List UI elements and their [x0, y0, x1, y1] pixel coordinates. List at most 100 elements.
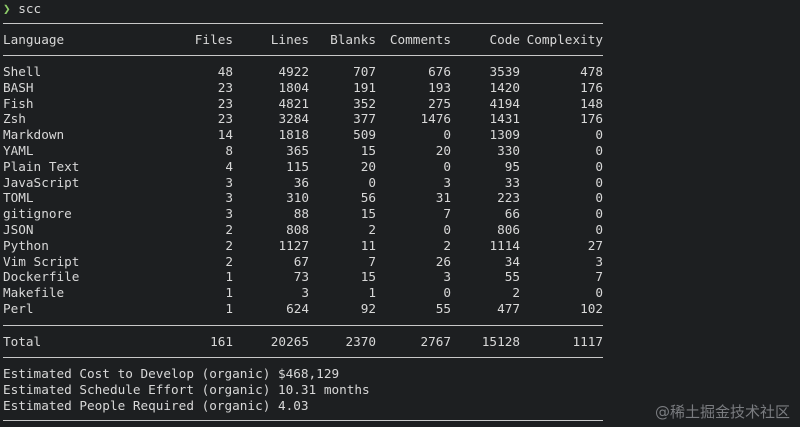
cell-files: 8 — [225, 143, 233, 158]
cell-files: 1 — [225, 301, 233, 316]
cell-complexity: 478 — [580, 64, 603, 79]
table-row: Perl 1 624 92 55 477 102 — [3, 301, 603, 317]
cell-blanks: 377 — [353, 111, 376, 127]
cell-comments: 2 — [443, 237, 451, 253]
cell-files: 23 — [217, 95, 233, 111]
cell-blanks: 191 — [353, 79, 376, 95]
cell-language: Zsh — [3, 111, 26, 127]
cell-lines: 67 — [293, 253, 309, 269]
table-row: YAML 8 365 15 20 330 0 — [3, 143, 603, 159]
cell-code: 2 — [512, 285, 520, 301]
cell-language: JSON — [3, 222, 34, 237]
cell-blanks: 1 — [368, 285, 376, 301]
cell-blanks: 707 — [353, 64, 376, 79]
cell-comments: 0 — [443, 285, 451, 301]
cell-files: 3 — [225, 190, 233, 206]
cell-comments: 193 — [428, 79, 451, 95]
cell-comments: 676 — [428, 64, 451, 79]
total-files: 161 — [210, 334, 233, 349]
cell-complexity: 0 — [595, 143, 603, 158]
cell-code: 330 — [497, 143, 520, 158]
cell-complexity: 176 — [580, 111, 603, 127]
cell-lines: 36 — [293, 174, 309, 190]
cell-lines: 1818 — [278, 127, 309, 143]
cell-code: 33 — [504, 174, 520, 190]
header-language: Language — [3, 32, 65, 47]
prompt-command: scc — [18, 1, 42, 16]
cell-blanks: 15 — [360, 143, 376, 158]
cell-blanks: 92 — [360, 301, 376, 316]
cell-code: 1309 — [489, 127, 520, 143]
cell-language: Makefile — [3, 285, 65, 301]
cell-language: YAML — [3, 143, 34, 158]
cell-files: 1 — [225, 285, 233, 301]
cell-language: TOML — [3, 190, 34, 206]
prompt-chevron-icon: ❯ — [3, 1, 11, 16]
table-row: JavaScript 3 36 0 3 33 0 — [3, 175, 603, 191]
cell-comments: 1476 — [420, 111, 451, 127]
table-row: JSON 2 808 2 0 806 0 — [3, 222, 603, 238]
cell-lines: 4821 — [278, 95, 309, 111]
total-lines: 20265 — [270, 334, 309, 349]
cell-blanks: 11 — [360, 237, 376, 253]
table-row: Fish 23 4821 352 275 4194 148 — [3, 96, 603, 112]
cell-code: 4194 — [489, 95, 520, 111]
estimates-bottom-rule — [3, 420, 603, 421]
table-row: Markdown 14 1818 509 0 1309 0 — [3, 127, 603, 143]
cell-code: 34 — [504, 253, 520, 269]
cell-lines: 808 — [286, 222, 309, 237]
cell-blanks: 2 — [368, 222, 376, 237]
header-blanks: Blanks — [330, 32, 376, 47]
total-blanks: 2370 — [345, 334, 376, 349]
cell-lines: 4922 — [278, 64, 309, 79]
cell-comments: 275 — [428, 95, 451, 111]
cell-complexity: 0 — [595, 222, 603, 237]
cell-code: 1114 — [489, 237, 520, 253]
cell-language: Python — [3, 237, 49, 253]
table-row: Shell 48 4922 707 676 3539 478 — [3, 64, 603, 80]
shell-prompt: ❯ scc — [3, 1, 41, 17]
table-row: BASH 23 1804 191 193 1420 176 — [3, 80, 603, 96]
cell-complexity: 0 — [595, 190, 603, 206]
cell-files: 1 — [225, 269, 233, 285]
header-comments: Comments — [389, 32, 451, 47]
cell-code: 3539 — [489, 64, 520, 79]
cell-language: JavaScript — [3, 174, 80, 190]
cell-complexity: 0 — [595, 206, 603, 222]
cell-language: Shell — [3, 64, 42, 79]
cell-files: 48 — [217, 64, 233, 79]
terminal-window[interactable]: ❯ scc Language Files Lines Blanks Comments Co… — [0, 0, 800, 427]
cell-complexity: 176 — [580, 79, 603, 95]
cell-comments: 20 — [435, 143, 451, 158]
cell-language: gitignore — [3, 206, 72, 222]
cell-lines: 1127 — [278, 237, 309, 253]
cell-code: 55 — [504, 269, 520, 285]
cell-comments: 26 — [435, 253, 451, 269]
cell-comments: 55 — [435, 301, 451, 316]
cell-comments: 0 — [443, 222, 451, 237]
cell-language: BASH — [3, 79, 34, 95]
table-row: Plain Text 4 115 20 0 95 0 — [3, 159, 603, 175]
cell-complexity: 0 — [595, 127, 603, 143]
cell-lines: 88 — [293, 206, 309, 222]
cell-language: Vim Script — [3, 253, 80, 269]
cell-blanks: 352 — [353, 95, 376, 111]
cell-complexity: 0 — [595, 285, 603, 301]
table-total-row: Total 161 20265 2370 2767 15128 1117 — [3, 334, 603, 350]
cell-complexity: 102 — [580, 301, 603, 316]
header-files: Files — [194, 32, 233, 47]
cell-complexity: 0 — [595, 174, 603, 190]
table-row: TOML 3 310 56 31 223 0 — [3, 190, 603, 206]
cell-language: Plain Text — [3, 158, 80, 174]
cell-lines: 624 — [286, 301, 309, 316]
cell-files: 2 — [225, 222, 233, 237]
header-top-rule — [3, 23, 603, 24]
header-bottom-rule — [3, 55, 603, 56]
table-row: Dockerfile 1 73 15 3 55 7 — [3, 269, 603, 285]
header-complexity: Complexity — [526, 32, 603, 47]
cell-code: 66 — [504, 206, 520, 222]
estimate-people: Estimated People Required (organic) 4.03 — [3, 398, 309, 413]
cell-lines: 365 — [286, 143, 309, 158]
cell-code: 1431 — [489, 111, 520, 127]
watermark-text: @稀土掘金技术社区 — [654, 403, 790, 422]
